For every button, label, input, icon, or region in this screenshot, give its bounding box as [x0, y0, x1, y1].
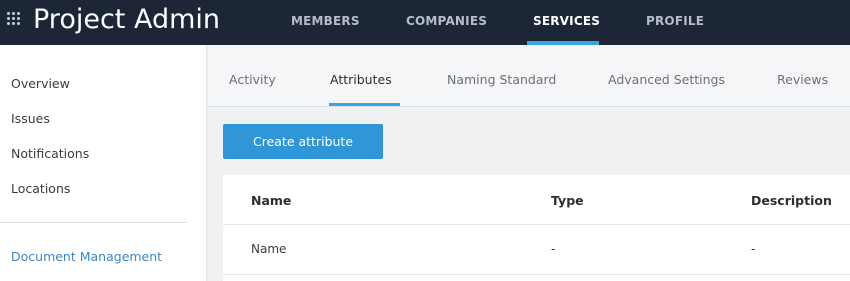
nav-services[interactable]: SERVICES: [533, 0, 600, 45]
sidebar: Overview Issues Notifications Locations …: [0, 45, 207, 281]
row-divider: [223, 274, 850, 275]
attributes-table: Name Type Description Name - -: [223, 175, 850, 281]
tab-naming-standard[interactable]: Naming Standard: [447, 72, 556, 87]
cell-type: -: [551, 242, 556, 256]
sidebar-divider: [0, 222, 187, 223]
tab-bar: Activity Attributes Naming Standard Adva…: [208, 45, 850, 107]
tab-reviews[interactable]: Reviews: [777, 72, 828, 87]
create-attribute-button[interactable]: Create attribute: [223, 124, 383, 159]
cell-name: Name: [251, 242, 287, 256]
tab-attributes[interactable]: Attributes: [330, 72, 392, 87]
cell-description: -: [751, 242, 756, 256]
column-header-name[interactable]: Name: [251, 193, 291, 208]
tab-advanced-settings[interactable]: Advanced Settings: [608, 72, 725, 87]
sidebar-item-notifications[interactable]: Notifications: [11, 146, 89, 161]
column-header-description[interactable]: Description: [751, 193, 832, 208]
grid-menu-icon[interactable]: [7, 12, 23, 28]
nav-members[interactable]: MEMBERS: [291, 0, 360, 45]
header-divider: [223, 224, 850, 225]
app-title: Project Admin: [33, 4, 221, 35]
nav-profile[interactable]: PROFILE: [646, 0, 704, 45]
sidebar-item-locations[interactable]: Locations: [11, 181, 70, 196]
tab-active-indicator: [329, 103, 400, 106]
nav-companies[interactable]: COMPANIES: [406, 0, 487, 45]
sidebar-item-overview[interactable]: Overview: [11, 76, 70, 91]
sidebar-item-document-management[interactable]: Document Management: [11, 249, 162, 264]
tab-activity[interactable]: Activity: [229, 72, 276, 87]
top-bar: Project Admin MEMBERS COMPANIES SERVICES…: [0, 0, 850, 45]
column-header-type[interactable]: Type: [551, 193, 584, 208]
sidebar-item-issues[interactable]: Issues: [11, 111, 50, 126]
